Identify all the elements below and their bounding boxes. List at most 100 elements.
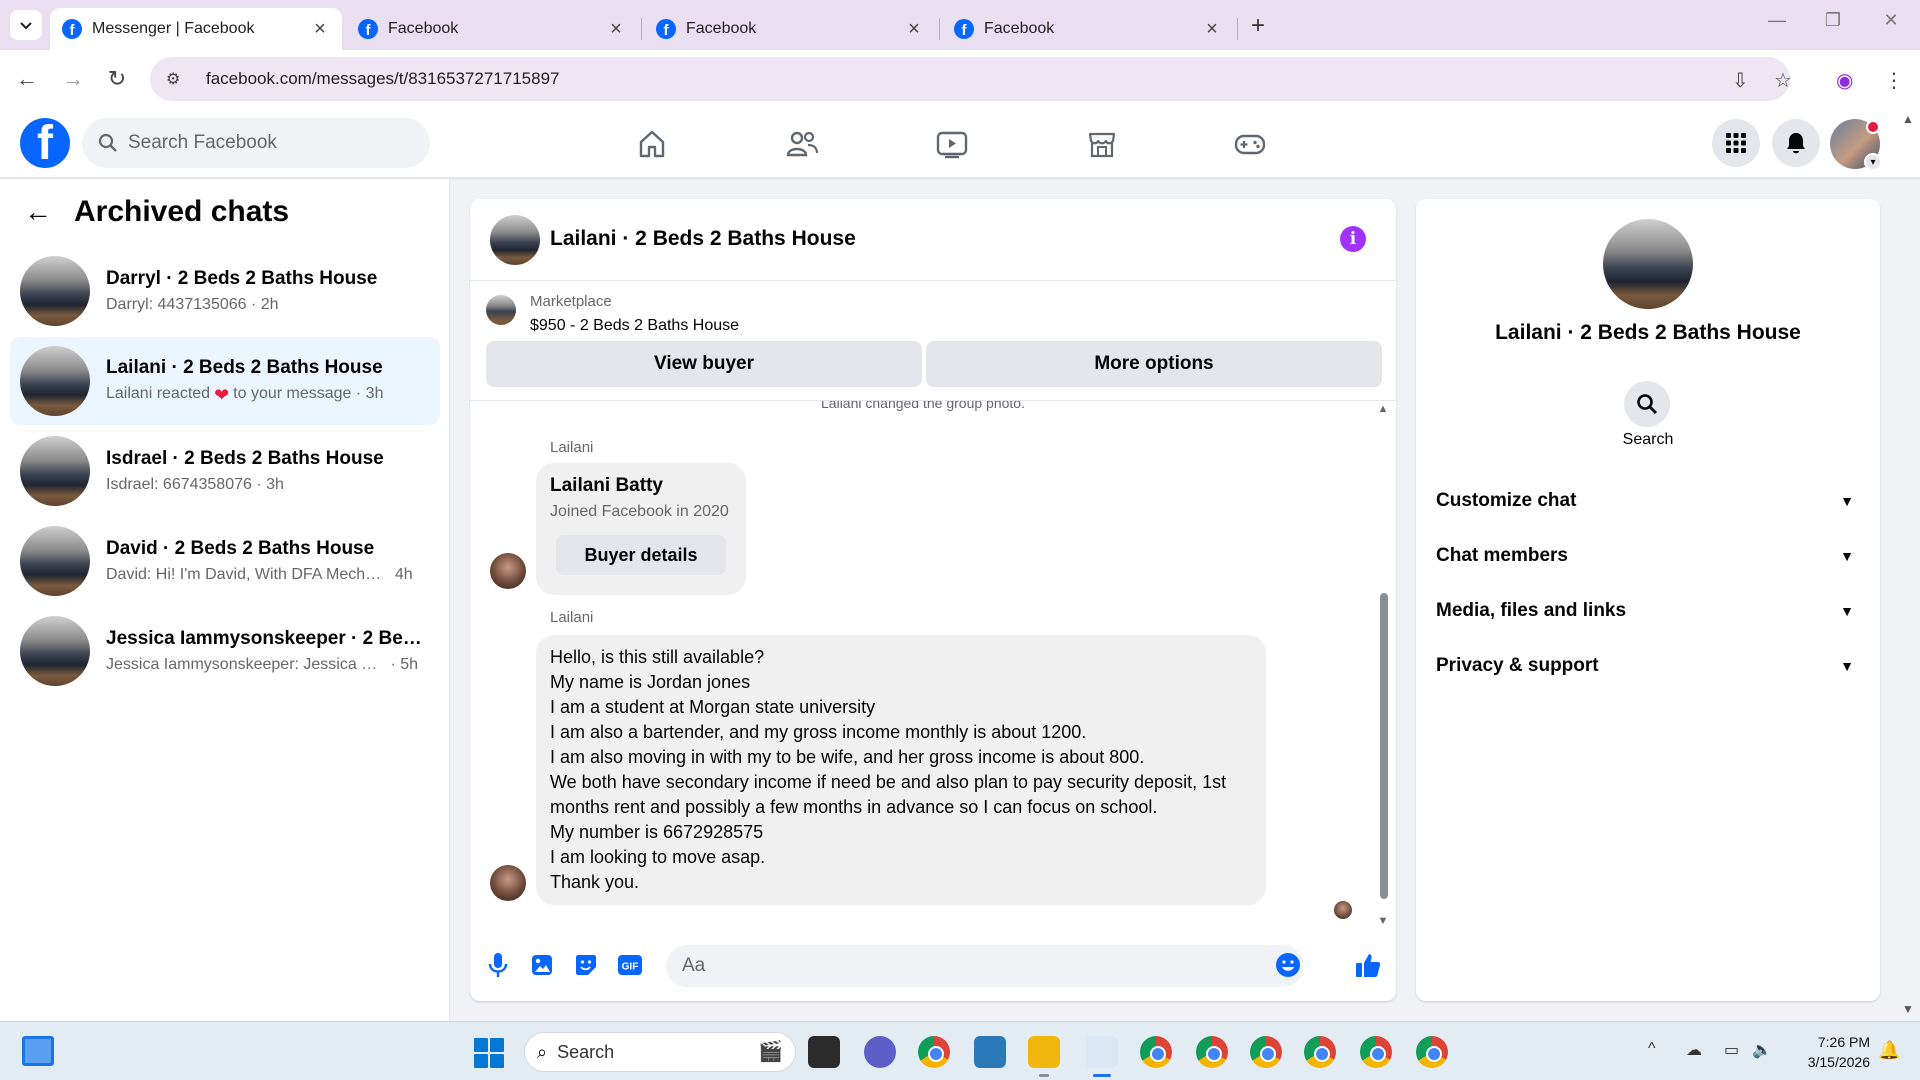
photos-app-icon[interactable] (974, 1036, 1006, 1068)
volume-icon[interactable]: 🔈 (1752, 1040, 1772, 1060)
close-tab-icon[interactable]: × (1202, 18, 1222, 41)
new-tab-button[interactable]: + (1245, 12, 1271, 40)
message-composer: GIF (470, 931, 1396, 1001)
scroll-up-arrow[interactable]: ▲ (1376, 403, 1390, 415)
sender-avatar[interactable] (490, 553, 526, 589)
chrome-profile-icon[interactable] (1140, 1036, 1172, 1068)
facebook-logo[interactable]: f (20, 118, 70, 168)
chevron-up-icon[interactable]: ^ (1648, 1040, 1656, 1058)
close-tab-icon[interactable]: × (606, 18, 626, 41)
archived-chats-header: ← Archived chats (24, 195, 289, 229)
sender-avatar[interactable] (490, 865, 526, 901)
taskbar-search[interactable]: ⌕ Search 🎬 (524, 1032, 796, 1072)
chat-list-item[interactable]: Jessica Iammysonskeeper · 2 Beds ... Jes… (10, 607, 440, 695)
start-menu-icon[interactable] (474, 1038, 504, 1068)
message-line: My number is 6672928575 (550, 822, 764, 842)
gaming-icon[interactable] (1230, 124, 1270, 164)
info-icon[interactable]: i (1340, 226, 1366, 252)
close-window-button[interactable]: ✕ (1876, 10, 1906, 31)
chrome-profile-icon[interactable] (1250, 1036, 1282, 1068)
site-settings-icon[interactable]: ⚙ (166, 69, 188, 89)
chrome-icon[interactable] (918, 1036, 950, 1068)
browser-tab-facebook-2[interactable]: f Facebook × (644, 8, 936, 50)
privacy-support-section[interactable]: Privacy & support ▼ (1436, 644, 1860, 688)
chrome-profile-icon[interactable] (1304, 1036, 1336, 1068)
view-buyer-button[interactable]: View buyer (486, 341, 922, 387)
page-scroll-up-arrow[interactable]: ▲ (1902, 112, 1914, 126)
search-in-conversation-button[interactable] (1624, 381, 1670, 427)
search-label: Search (1622, 431, 1674, 448)
home-icon[interactable] (632, 124, 672, 164)
file-explorer-icon[interactable] (1028, 1036, 1060, 1077)
photo-icon[interactable] (528, 951, 556, 979)
tab-search-dropdown[interactable] (10, 10, 42, 40)
teams-chat-icon[interactable] (864, 1036, 896, 1068)
forward-button[interactable]: → (58, 64, 88, 94)
video-icon[interactable] (932, 124, 972, 164)
read-receipt-avatar (1334, 901, 1352, 919)
chat-list-item-selected[interactable]: Lailani · 2 Beds 2 Baths House Lailani r… (10, 337, 440, 425)
chat-list-item[interactable]: Darryl · 2 Beds 2 Baths House Darryl: 44… (10, 247, 440, 335)
facebook-search[interactable] (82, 118, 430, 168)
message-input[interactable] (666, 945, 1304, 987)
close-tab-icon[interactable]: × (310, 18, 330, 41)
browser-tab-messenger[interactable]: f Messenger | Facebook × (50, 8, 342, 50)
conversation-avatar[interactable] (490, 215, 540, 265)
page-scroll-down-arrow[interactable]: ▼ (1902, 1002, 1914, 1016)
marketplace-icon[interactable] (1082, 124, 1122, 164)
listing-title[interactable]: $950 - 2 Beds 2 Baths House (530, 317, 739, 335)
more-options-button[interactable]: More options (926, 341, 1382, 387)
chat-list-item[interactable]: Isdrael · 2 Beds 2 Baths House Isdrael: … (10, 427, 440, 515)
taskbar-clock[interactable]: 7:26 PM 3/15/2026 (1796, 1032, 1870, 1072)
bookmark-star-icon[interactable]: ☆ (1774, 68, 1792, 93)
heart-icon: ❤ (214, 384, 230, 405)
page-title: Archived chats (74, 195, 290, 228)
back-button[interactable]: ← (12, 64, 42, 94)
chat-avatar (20, 616, 90, 686)
browser-tab-facebook-1[interactable]: f Facebook × (346, 8, 638, 50)
conversation-header: Lailani · 2 Beds 2 Baths House i (470, 199, 1396, 281)
install-app-icon[interactable]: ⇩ (1732, 68, 1749, 93)
close-tab-icon[interactable]: × (904, 18, 924, 41)
media-files-links-section[interactable]: Media, files and links ▼ (1436, 589, 1860, 633)
minimize-window-button[interactable]: — (1762, 10, 1792, 31)
message-scrollbar[interactable] (1380, 593, 1388, 899)
thumbs-up-icon[interactable] (1354, 951, 1382, 979)
microphone-icon[interactable] (484, 951, 512, 979)
friends-icon[interactable] (782, 124, 822, 164)
notification-bell-icon[interactable]: 🔔 (1878, 1040, 1900, 1061)
chat-name: Isdrael · 2 Beds 2 Baths House (106, 448, 384, 469)
chrome-profile-icon[interactable] (1360, 1036, 1392, 1068)
gif-icon[interactable]: GIF (616, 951, 644, 979)
scroll-down-arrow[interactable]: ▼ (1376, 915, 1390, 927)
browser-tab-strip: f Messenger | Facebook × f Facebook × f … (0, 0, 1920, 50)
profile-icon[interactable]: ◉ (1836, 68, 1853, 93)
address-bar[interactable]: ⚙ facebook.com/messages/t/83165372717158… (150, 57, 1790, 101)
message-bubble[interactable]: Hello, is this still available? My name … (536, 635, 1266, 905)
network-icon[interactable]: ▭ (1724, 1040, 1739, 1060)
snipping-tool-icon[interactable] (1086, 1036, 1118, 1077)
widgets-icon[interactable] (22, 1036, 54, 1066)
restore-window-button[interactable]: ❐ (1818, 10, 1848, 31)
chrome-profile-icon[interactable] (1196, 1036, 1228, 1068)
chat-name: David · 2 Beds 2 Baths House (106, 538, 375, 559)
chat-details-avatar[interactable] (1603, 219, 1693, 309)
cloud-offline-icon[interactable]: ☁ (1686, 1040, 1702, 1060)
search-input[interactable] (128, 132, 408, 154)
customize-chat-section[interactable]: Customize chat ▼ (1436, 479, 1860, 523)
reload-button[interactable]: ↻ (102, 64, 132, 94)
chat-list-item[interactable]: David · 2 Beds 2 Baths House David: Hi! … (10, 517, 440, 605)
browser-tab-facebook-3[interactable]: f Facebook × (942, 8, 1234, 50)
task-view-icon[interactable] (808, 1036, 840, 1068)
emoji-icon[interactable] (1274, 951, 1302, 979)
chat-members-section[interactable]: Chat members ▼ (1436, 534, 1860, 578)
browser-menu-icon[interactable]: ⋮ (1884, 68, 1904, 93)
back-arrow-icon[interactable]: ← (24, 196, 52, 228)
chrome-profile-icon[interactable] (1416, 1036, 1448, 1068)
menu-grid-icon[interactable] (1712, 119, 1760, 167)
sticker-icon[interactable] (572, 951, 600, 979)
buyer-details-button[interactable]: Buyer details (556, 535, 726, 575)
chevron-down-icon[interactable]: ▾ (1864, 153, 1882, 171)
bell-icon[interactable] (1772, 119, 1820, 167)
conversation-title[interactable]: Lailani · 2 Beds 2 Baths House (550, 227, 856, 251)
